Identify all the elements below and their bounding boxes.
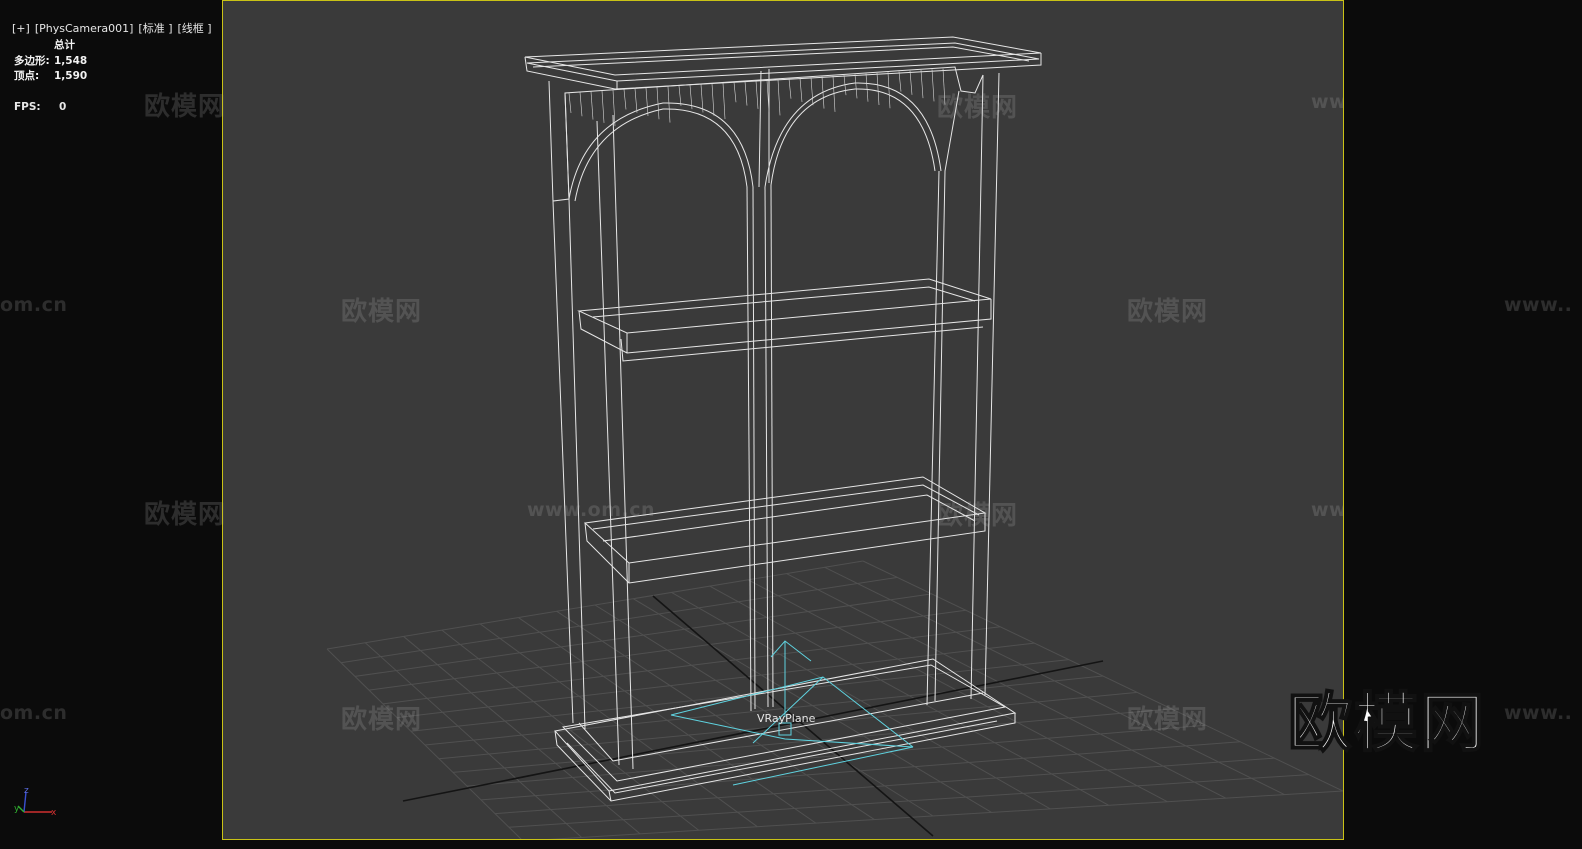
axis-y-label: y bbox=[14, 804, 20, 814]
frieze-flute-line bbox=[788, 78, 792, 99]
frieze-flute-line bbox=[876, 72, 880, 105]
frieze-flute-line bbox=[711, 83, 715, 116]
frieze-flute-line bbox=[601, 90, 605, 123]
watermark-url-fragment: www.. bbox=[1504, 702, 1573, 724]
brand-logo-watermark: 欧模网 bbox=[1287, 686, 1486, 762]
watermark-brand: 欧模网 bbox=[341, 705, 423, 735]
watermark-brand: 欧模网 bbox=[144, 500, 226, 530]
viewport-display-mode-label[interactable]: [线框 ] bbox=[178, 22, 212, 35]
frieze-flute-line bbox=[733, 82, 737, 103]
frieze-flute-line bbox=[909, 70, 913, 95]
frieze-flute-line bbox=[634, 88, 638, 113]
vertices-value: 1,590 bbox=[54, 70, 88, 82]
watermark-url-fragment: om.cn bbox=[0, 294, 68, 316]
frieze-flute-line bbox=[645, 87, 649, 117]
fps-readout: FPS: 0 bbox=[14, 101, 66, 113]
frieze-flute-line bbox=[667, 86, 671, 123]
fps-value: 0 bbox=[59, 101, 67, 113]
scene-statistics: 总计 多边形: 1,548 顶点: 1,590 bbox=[14, 38, 87, 85]
grid-line bbox=[824, 566, 1285, 796]
viewport-camera-label[interactable]: [PhysCamera001] bbox=[35, 22, 134, 35]
frieze-flute-line bbox=[887, 72, 891, 109]
grid-line bbox=[547, 790, 1343, 839]
watermark-url: www.om.cn bbox=[527, 499, 656, 521]
viewport-shading-label[interactable]: [标准 ] bbox=[138, 22, 172, 35]
perspective-viewport[interactable]: VRayPlane 欧模网 欧模网 www.om.cn 欧模网 欧模网 欧模网 … bbox=[222, 0, 1344, 840]
frieze-flute-line bbox=[579, 92, 583, 117]
watermark-url-fragment: www.. bbox=[1504, 294, 1573, 316]
viewport-label[interactable]: [+] [PhysCamera001] [标准 ] [线框 ] bbox=[5, 7, 217, 36]
frieze-flute-line bbox=[920, 70, 924, 99]
frieze-flute-line bbox=[755, 80, 759, 109]
watermark-brand: 欧模网 bbox=[937, 501, 1019, 531]
frieze-flute-line bbox=[854, 74, 858, 99]
stats-header: 总计 bbox=[54, 39, 75, 51]
frieze-flute-line bbox=[623, 89, 627, 110]
frieze-flute-line bbox=[931, 69, 935, 102]
vrayplane-label: VRayPlane bbox=[757, 712, 816, 725]
watermark-url: www.om.cn bbox=[1311, 499, 1344, 521]
grid-line bbox=[494, 757, 1275, 815]
watermark-brand: 欧模网 bbox=[1127, 297, 1209, 327]
watermark-brand: 欧模网 bbox=[341, 297, 423, 327]
grid-line bbox=[480, 741, 1241, 801]
grid-line bbox=[786, 573, 1227, 799]
watermark-brand: 欧模网 bbox=[937, 93, 1019, 123]
viewport-menu-plus[interactable]: [+] bbox=[12, 22, 30, 35]
frieze-flute-line bbox=[799, 77, 803, 103]
fps-label: FPS: bbox=[14, 101, 41, 113]
vertices-label: 顶点: bbox=[14, 70, 40, 82]
frieze-flute-line bbox=[590, 91, 594, 120]
frieze-flute-line bbox=[722, 82, 726, 120]
frieze-flute-line bbox=[678, 85, 682, 106]
polygons-label: 多边形: bbox=[14, 54, 50, 67]
frieze-flute-line bbox=[777, 79, 781, 116]
frieze-flute-line bbox=[865, 73, 869, 102]
frieze-flute-line bbox=[744, 81, 748, 106]
watermark-url: www.om.cn bbox=[1311, 91, 1344, 113]
frieze-flute-line bbox=[656, 87, 660, 120]
polygons-value: 1,548 bbox=[54, 54, 88, 67]
frieze-flute-line bbox=[898, 71, 902, 92]
grid-line bbox=[508, 774, 1309, 828]
axis-z-label: z bbox=[24, 786, 29, 796]
axis-x-label: x bbox=[51, 808, 57, 818]
frieze-flute-line bbox=[568, 92, 572, 114]
watermark-brand: 欧模网 bbox=[144, 92, 226, 122]
frieze-flute-line bbox=[810, 77, 814, 106]
watermark-url-fragment: om.cn bbox=[0, 702, 68, 724]
watermark-brand: 欧模网 bbox=[1127, 705, 1209, 735]
axis-gizmo-icon: x y z bbox=[14, 786, 57, 818]
cabinet-wireframe bbox=[524, 36, 1042, 802]
